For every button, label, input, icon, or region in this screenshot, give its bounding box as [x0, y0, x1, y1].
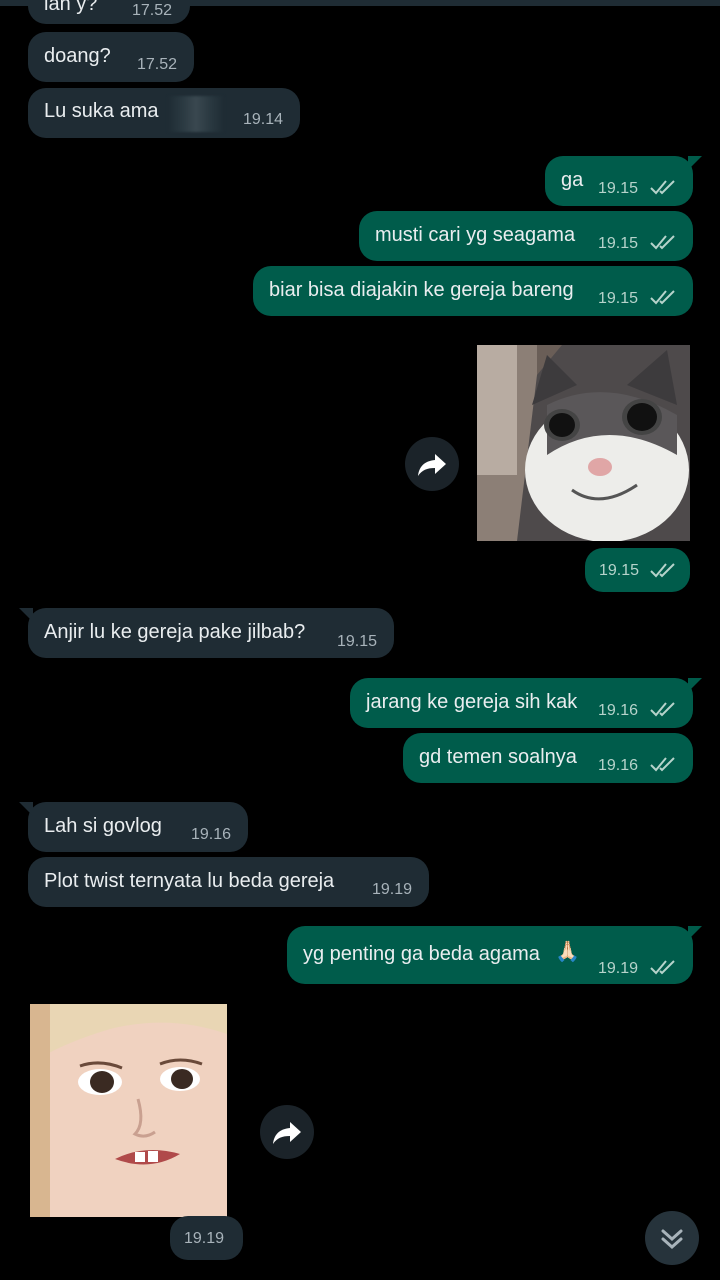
double-check-icon: [650, 757, 675, 772]
outgoing-message[interactable]: ga 19.15: [545, 156, 702, 206]
message-text: gd temen soalnya: [419, 746, 577, 768]
double-check-icon: [650, 702, 675, 717]
double-chevron-down-icon: [661, 1229, 683, 1250]
forward-arrow-icon: [418, 454, 446, 476]
incoming-message[interactable]: doang? 17.52: [28, 32, 194, 82]
message-time: 19.14: [243, 111, 284, 128]
incoming-message[interactable]: Lah si govlog 19.16: [19, 802, 248, 852]
child-face-sticker-image[interactable]: [30, 1004, 227, 1217]
cat-face-illustration: [477, 345, 690, 541]
double-check-icon: [650, 960, 675, 975]
double-check-icon: [650, 180, 675, 195]
message-time: 19.19: [372, 881, 413, 898]
double-check-icon: [650, 235, 675, 250]
message-time: 19.15: [598, 235, 639, 252]
incoming-message[interactable]: Lu suka ama 19.14: [28, 88, 300, 138]
message-text: biar bisa diajakin ke gereja bareng: [269, 279, 574, 301]
message-text: yg penting ga beda agama: [303, 943, 540, 965]
forward-button[interactable]: [405, 437, 459, 491]
message-text: lah y?: [44, 0, 98, 15]
incoming-message-timestamp[interactable]: 19.19: [170, 1216, 243, 1260]
double-check-icon: [650, 290, 675, 305]
message-time: 17.52: [132, 2, 173, 19]
redacted-name: [168, 96, 224, 132]
message-time: 17.52: [137, 56, 178, 73]
forward-button[interactable]: [260, 1105, 314, 1159]
outgoing-message[interactable]: jarang ke gereja sih kak 19.16: [350, 678, 702, 728]
message-text: Anjir lu ke gereja pake jilbab?: [44, 621, 306, 643]
message-time: 19.16: [191, 826, 232, 843]
incoming-message[interactable]: lah y? 17.52: [28, 0, 190, 24]
forward-arrow-icon: [273, 1122, 301, 1144]
message-text: ga: [561, 169, 584, 191]
double-check-icon: [650, 563, 675, 578]
scroll-to-bottom-button[interactable]: [645, 1211, 699, 1265]
message-time: 19.15: [337, 633, 378, 650]
incoming-message[interactable]: Plot twist ternyata lu beda gereja 19.19: [28, 857, 429, 907]
message-time: 19.15: [599, 562, 640, 579]
outgoing-message[interactable]: musti cari yg seagama 19.15: [359, 211, 693, 261]
message-text: Plot twist ternyata lu beda gereja: [44, 870, 335, 892]
outgoing-message[interactable]: gd temen soalnya 19.16: [403, 733, 693, 783]
message-text: musti cari yg seagama: [375, 224, 576, 246]
message-time: 19.15: [598, 180, 639, 197]
message-time: 19.16: [598, 757, 639, 774]
incoming-message[interactable]: Anjir lu ke gereja pake jilbab? 19.15: [19, 608, 394, 658]
outgoing-message-timestamp[interactable]: 19.15: [585, 548, 690, 592]
message-text: Lah si govlog: [44, 815, 162, 837]
message-text: doang?: [44, 45, 111, 67]
message-time: 19.19: [184, 1230, 225, 1247]
message-time: 19.15: [598, 290, 639, 307]
message-text: jarang ke gereja sih kak: [366, 691, 578, 713]
message-time: 19.16: [598, 702, 639, 719]
cat-sticker-image[interactable]: [477, 345, 690, 541]
outgoing-message[interactable]: biar bisa diajakin ke gereja bareng 19.1…: [253, 266, 693, 316]
child-face-illustration: [30, 1004, 227, 1217]
praying-hands-emoji: 🙏🏻: [555, 941, 580, 963]
message-time: 19.19: [598, 960, 639, 977]
outgoing-message[interactable]: yg penting ga beda agama 🙏🏻 19.19: [287, 926, 702, 984]
message-text: Lu suka ama: [44, 100, 159, 122]
